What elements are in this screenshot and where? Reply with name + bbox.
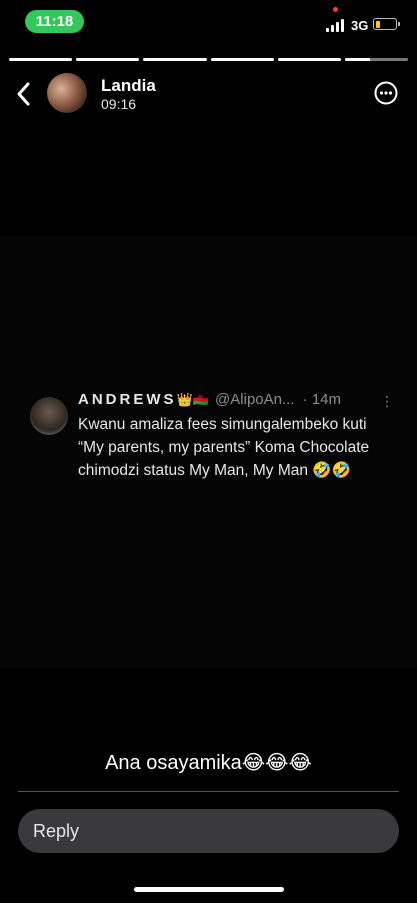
- story-progress-segment: [143, 58, 207, 61]
- tweet-menu-icon: ⋮: [380, 393, 394, 409]
- more-horizontal-icon: [374, 81, 398, 105]
- battery-icon: [373, 18, 400, 30]
- status-bar: 11:18 3G: [0, 0, 417, 44]
- tweet-text: Kwanu amaliza fees simungalembeko kuti “…: [78, 416, 370, 479]
- home-indicator[interactable]: [134, 887, 284, 892]
- reply-input[interactable]: Reply: [18, 809, 399, 853]
- network-type: 3G: [351, 18, 369, 33]
- status-time[interactable]: 11:18: [25, 10, 84, 33]
- story-progress-bar: [9, 58, 409, 61]
- avatar[interactable]: [47, 73, 87, 113]
- story-post-time: 09:16: [101, 96, 137, 112]
- tweet-avatar: [30, 397, 68, 435]
- cellular-signal-icon: [326, 18, 346, 32]
- story-caption: Ana osayamika😂😂😂: [105, 752, 312, 774]
- battery-level-fill: [375, 20, 381, 28]
- chevron-left-icon: [17, 82, 30, 106]
- tweet-author-emoji: 👑🇲🇼: [176, 392, 209, 407]
- tweet-time: · 14m: [302, 391, 341, 408]
- tweet-author-handle: @AlipoAn...: [215, 391, 295, 408]
- story-progress-segment: [277, 58, 341, 61]
- story-progress-segment: [210, 58, 274, 61]
- story-progress-fill: [344, 58, 371, 61]
- story-progress-segment: [9, 58, 73, 61]
- reply-placeholder: Reply: [33, 820, 80, 841]
- tweet-author-name: ANDREWS: [78, 391, 177, 408]
- back-button[interactable]: [13, 79, 37, 109]
- story-header: Landia 09:16: [0, 64, 417, 124]
- story-progress-segment: [344, 58, 409, 61]
- more-options-button[interactable]: [374, 81, 398, 105]
- story-media[interactable]: ANDREWS👑🇲🇼 @AlipoAn... · 14m ⋮ Kwanu ama…: [0, 236, 417, 668]
- story-progress-segment: [76, 58, 140, 61]
- tweet-header: ANDREWS👑🇲🇼 @AlipoAn... · 14m: [78, 391, 341, 408]
- story-user-name[interactable]: Landia: [101, 76, 156, 96]
- divider: [18, 791, 399, 792]
- recording-indicator-dot: [333, 7, 338, 12]
